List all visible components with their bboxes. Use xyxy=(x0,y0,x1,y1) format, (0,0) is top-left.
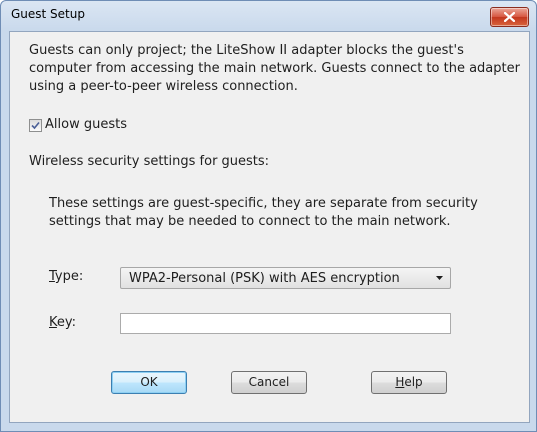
intro-line-1: Guests can only project; the LiteShow II… xyxy=(29,43,464,58)
close-button[interactable] xyxy=(490,7,529,27)
help-mnemonic: H xyxy=(395,375,405,389)
type-dropdown-value: WPA2-Personal (PSK) with AES encryption xyxy=(129,271,400,286)
type-dropdown[interactable]: WPA2-Personal (PSK) with AES encryption xyxy=(120,267,451,289)
type-label: Type: xyxy=(49,269,83,284)
key-label-rest: ey: xyxy=(56,315,77,330)
window-title: Guest Setup xyxy=(11,7,85,21)
guest-setup-dialog: Guest Setup Guests can only project; the… xyxy=(0,0,537,432)
security-heading: Wireless security settings for guests: xyxy=(29,154,270,169)
help-label-rest: elp xyxy=(404,375,423,389)
checkmark-icon xyxy=(31,121,40,130)
security-note-line-1: These settings are guest-specific, they … xyxy=(49,196,478,211)
cancel-button[interactable]: Cancel xyxy=(231,371,307,394)
title-bar[interactable]: Guest Setup xyxy=(1,1,536,31)
allow-guests-checkbox[interactable] xyxy=(29,119,42,132)
allow-guests-label[interactable]: Allow guests xyxy=(45,117,127,132)
ok-button[interactable]: OK xyxy=(111,371,187,394)
security-note: These settings are guest-specific, they … xyxy=(49,195,478,231)
close-x-icon xyxy=(504,12,515,22)
key-input[interactable] xyxy=(120,313,451,334)
type-label-rest: ype: xyxy=(54,269,84,284)
security-note-line-2: settings that may be needed to connect t… xyxy=(49,214,451,229)
key-label: Key: xyxy=(49,315,76,330)
dropdown-arrow-icon xyxy=(436,276,443,280)
help-button[interactable]: Help xyxy=(371,371,447,394)
intro-line-3: using a peer-to-peer wireless connection… xyxy=(29,79,298,94)
key-label-mnemonic: K xyxy=(49,315,57,330)
intro-line-2: computer from accessing the main network… xyxy=(29,61,520,76)
dialog-content: Guests can only project; the LiteShow II… xyxy=(9,31,530,423)
intro-text: Guests can only project; the LiteShow II… xyxy=(29,42,520,96)
